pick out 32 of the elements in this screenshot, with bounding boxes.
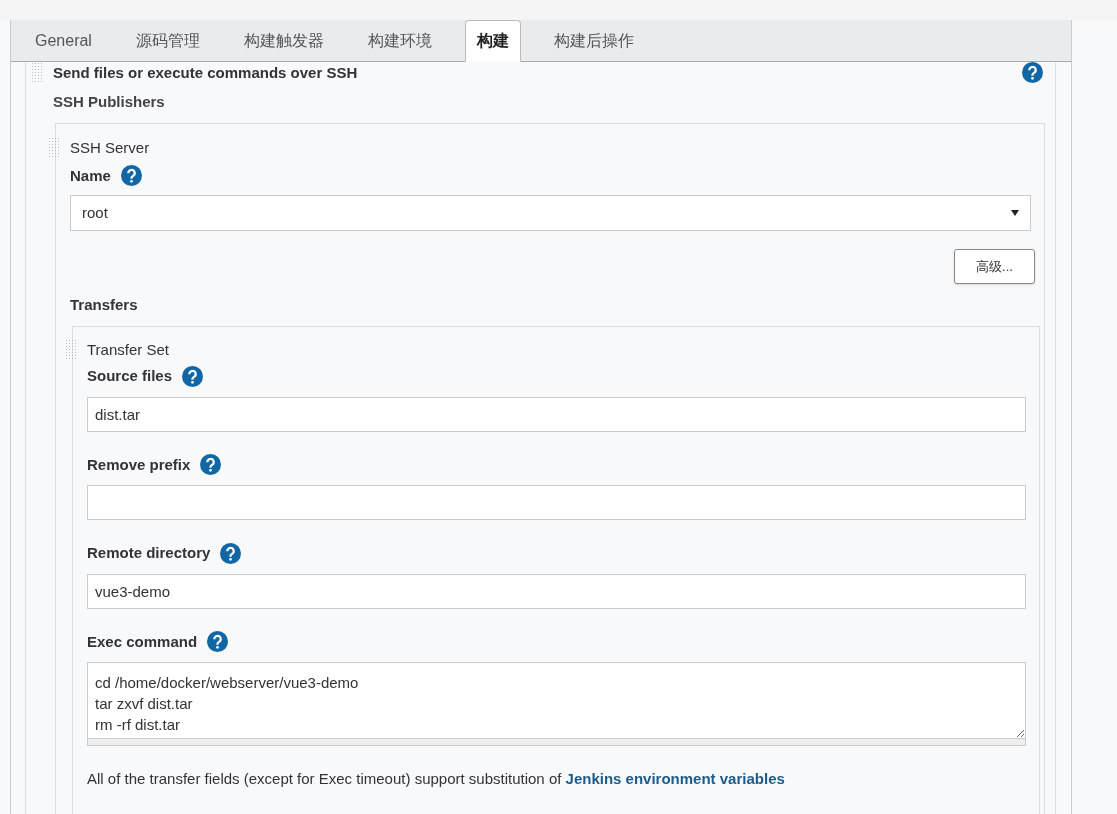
transfer-set-heading: Transfer Set — [87, 339, 169, 360]
server-heading: SSH Server — [70, 138, 150, 158]
command-textarea[interactable]: cd /home/docker/webserver/vue3-demo tar zxvf dist.tar rm -rf dist.tar — [87, 662, 1026, 739]
tab[interactable]: 构建 — [464, 20, 521, 62]
advanced-button[interactable]: 高级... — [954, 249, 1035, 284]
input-field[interactable]: dist.tar — [87, 396, 1026, 432]
field-label: Remote directory — [87, 543, 211, 563]
field-label: Remove prefix — [87, 454, 191, 475]
section-subtitle: SSH Publishers — [53, 91, 165, 112]
help-icon[interactable] — [220, 542, 242, 564]
help-icon[interactable] — [182, 365, 204, 387]
tab[interactable]: 构建环境 — [356, 21, 443, 61]
dropdown-arrow-icon — [1011, 210, 1019, 216]
resize-handle[interactable] — [87, 739, 1026, 746]
tab[interactable]: 构建触发器 — [232, 21, 335, 61]
field-label: Source files — [87, 366, 173, 386]
tab[interactable]: 源码管理 — [124, 21, 211, 61]
input-field[interactable]: vue3-demo — [87, 573, 1026, 609]
help-icon[interactable] — [200, 454, 222, 476]
server-select[interactable]: root — [70, 195, 1031, 231]
tab[interactable]: General — [24, 21, 103, 61]
help-icon[interactable] — [1022, 62, 1043, 83]
section-title: Send files or execute commands over SSH — [53, 63, 358, 83]
field-label: Name — [70, 165, 111, 186]
link[interactable]: Jenkins environment variables — [565, 770, 785, 787]
transfers-label: Transfers — [70, 295, 138, 315]
field-label: Exec command — [87, 631, 198, 652]
help-text: All of the transfer fields (except for Exec timeout) support substitution of Jenkins environment variables — [87, 769, 786, 789]
tab[interactable]: 构建后操作 — [542, 21, 645, 61]
help-icon[interactable] — [120, 165, 142, 187]
help-icon[interactable] — [207, 631, 229, 653]
input-field[interactable] — [87, 485, 1026, 520]
